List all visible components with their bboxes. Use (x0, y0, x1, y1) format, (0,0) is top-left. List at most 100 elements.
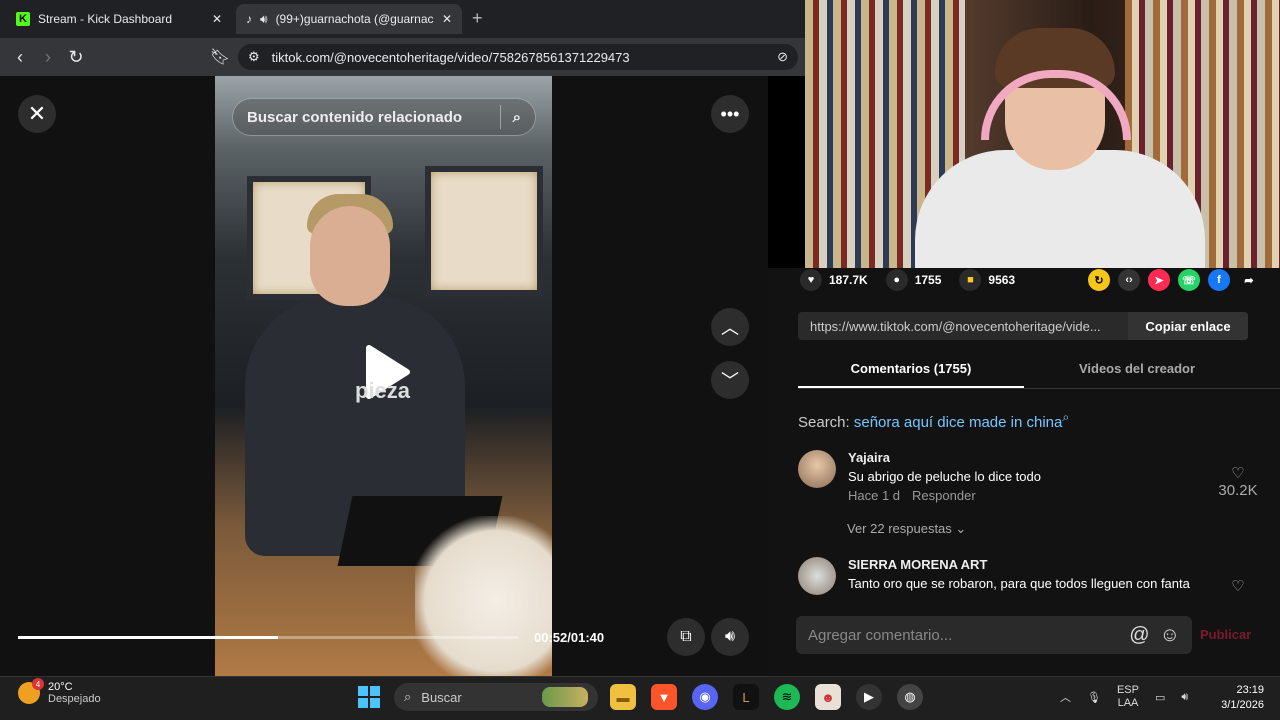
comment-item: Yajaira Su abrigo de peluche lo dice tod… (798, 450, 1260, 503)
publish-button[interactable]: Publicar (1200, 627, 1251, 642)
back-icon[interactable]: ‹ (6, 47, 34, 68)
comment-text: Su abrigo de peluche lo dice todo (848, 469, 1041, 484)
facebook-icon[interactable]: f (1208, 269, 1230, 291)
weather-temp: 20°C (48, 681, 73, 693)
bookmark-icon[interactable]: 🔖︎ (206, 47, 234, 67)
view-replies-button[interactable]: Ver 22 respuestas ⌄ (847, 521, 966, 537)
panel-tabs: Comentarios (1755) Videos del creador (798, 355, 1280, 389)
comment-icon: ● (885, 269, 908, 291)
comment-username[interactable]: Yajaira (848, 450, 1204, 465)
reload-icon[interactable]: ↻ (62, 47, 90, 68)
comment-placeholder: Agregar comentario... (808, 626, 953, 644)
network-icon[interactable]: ▭ (1155, 691, 1165, 704)
comment-like[interactable]: ♡ (1216, 557, 1260, 597)
repost-icon[interactable]: ↻ (1088, 269, 1110, 291)
embed-icon[interactable]: ‹› (1118, 269, 1140, 291)
clock-time: 23:19 (1236, 684, 1264, 696)
obs-icon[interactable]: ◍ (897, 684, 923, 710)
save-count: 9563 (988, 273, 1016, 287)
weather-widget[interactable]: 4 20°C Despejado (18, 678, 101, 705)
weather-icon: 4 (18, 678, 44, 704)
tab-tiktok[interactable]: ♪ 🔊︎ (99+)guarnachota (@guarnac ✕ (236, 4, 462, 34)
mention-icon[interactable]: @ (1129, 624, 1149, 647)
copy-link-button[interactable]: Copiar enlace (1128, 312, 1248, 340)
clock-date: 3/1/2026 (1221, 699, 1264, 711)
lang-code: ESP (1116, 684, 1139, 696)
tab-title: (99+)guarnachota (@guarnac (275, 12, 434, 26)
whatsapp-icon[interactable]: ☏ (1178, 269, 1200, 291)
avatar[interactable] (798, 450, 836, 488)
close-video-button[interactable]: ✕ (18, 95, 56, 133)
media-player-icon[interactable]: ▶ (856, 684, 882, 710)
tab-comments[interactable]: Comentarios (1755) (798, 355, 1024, 388)
volume-icon: 🔊︎ (724, 628, 736, 645)
fur-coat (415, 516, 552, 676)
heart-icon: ♥ (800, 269, 822, 291)
comment-username[interactable]: SIERRA MORENA ART (848, 557, 1204, 572)
close-icon[interactable]: ✕ (212, 12, 222, 26)
close-icon[interactable]: ✕ (442, 12, 452, 26)
search-query-link[interactable]: señora aquí dice made in china (854, 414, 1062, 431)
comment-like[interactable]: ♡ 30.2K (1216, 450, 1260, 503)
action-bar: ♥ 187.7K ● 1755 ■ 9563 ↻ ‹› ➤ ☏ f ➦ (800, 268, 1260, 292)
spotify-icon[interactable]: ≋ (774, 684, 800, 710)
volume-button[interactable]: 🔊︎ (711, 618, 749, 656)
related-search-input[interactable]: Buscar contenido relacionado ⌕ (232, 98, 536, 136)
chevron-up-icon[interactable]: ︿ (1060, 689, 1071, 705)
save-action[interactable]: ■ 9563 (959, 269, 1015, 291)
site-info-icon[interactable]: ⚙ (248, 49, 260, 65)
view-replies-label: Ver 22 respuestas (847, 521, 952, 536)
share-link-row: https://www.tiktok.com/@novecentoheritag… (798, 312, 1248, 340)
next-video-button[interactable]: ﹀ (711, 361, 749, 399)
comment-item: SIERRA MORENA ART Tanto oro que se robar… (798, 557, 1260, 597)
search-icon: ⌕ (1062, 410, 1070, 424)
heart-outline-icon[interactable]: ♡ (1231, 464, 1244, 482)
address-bar[interactable]: ⚙ tiktok.com/@novecentoheritage/video/75… (238, 44, 798, 70)
tab-kick-dashboard[interactable]: K Stream - Kick Dashboard ✕ (6, 4, 232, 34)
pip-icon: ⧉ (680, 628, 692, 645)
system-tray: ︿ 🎙︎ ESP LAA ▭ 🔊︎ (1060, 684, 1188, 710)
more-options-button[interactable]: ••• (711, 95, 749, 133)
reply-button[interactable]: Responder (912, 488, 976, 503)
tab-title: Stream - Kick Dashboard (38, 12, 173, 26)
volume-icon[interactable]: 🔊︎ (1181, 691, 1188, 704)
heart-outline-icon[interactable]: ♡ (1231, 577, 1244, 595)
like-action[interactable]: ♥ 187.7K (800, 269, 868, 291)
emoji-icon[interactable]: ☺ (1160, 624, 1180, 647)
comment-input[interactable]: Agregar comentario... @ ☺ (796, 616, 1192, 654)
tab-creator-videos[interactable]: Videos del creador (1024, 355, 1250, 388)
app-icon[interactable]: ☻ (815, 684, 841, 710)
share-link-text[interactable]: https://www.tiktok.com/@novecentoheritag… (798, 319, 1128, 334)
previous-video-button[interactable]: ︿ (711, 308, 749, 346)
taskbar-search[interactable]: ⌕ Buscar (394, 683, 598, 711)
forward-icon[interactable]: › (34, 47, 62, 68)
language-indicator[interactable]: ESP LAA (1117, 684, 1139, 710)
new-tab-button[interactable]: + (472, 8, 483, 29)
chevron-up-icon: ︿ (721, 318, 739, 338)
comment-action[interactable]: ● 1755 (885, 269, 941, 291)
search-icon[interactable]: ⌕ (513, 109, 521, 126)
comment-like-count: 30.2K (1218, 482, 1258, 499)
avatar[interactable] (798, 557, 836, 595)
kick-icon: K (16, 12, 30, 26)
comment-search-suggestion[interactable]: Search: señora aquí dice made in china⌕ (798, 410, 1069, 431)
comment-text: Tanto oro que se robaron, para que todos… (848, 576, 1190, 591)
brave-icon[interactable]: ▼ (651, 684, 677, 710)
file-explorer-icon[interactable]: ▬ (610, 684, 636, 710)
start-button[interactable] (358, 686, 380, 708)
video-timestamp: 00:52/01:40 (534, 630, 605, 645)
video-caption-overlay: pieza (355, 378, 411, 403)
discord-icon[interactable]: ◉ (692, 684, 718, 710)
media-cast-icon[interactable]: ⊘ (777, 49, 788, 65)
picture-in-picture-button[interactable]: ⧉ (667, 618, 705, 656)
presenter-head (310, 206, 390, 306)
weather-desc: Despejado (48, 693, 101, 705)
microphone-icon[interactable]: 🎙︎ (1087, 691, 1101, 704)
share-icon[interactable]: ➦ (1238, 269, 1260, 291)
comment-time: Hace 1 d (848, 488, 901, 503)
send-icon[interactable]: ➤ (1148, 269, 1170, 291)
speaker-icon[interactable]: 🔊︎ (260, 12, 268, 27)
clock[interactable]: 23:19 3/1/2026 (1212, 683, 1264, 713)
divider (499, 105, 501, 129)
league-icon[interactable]: L (733, 684, 759, 710)
